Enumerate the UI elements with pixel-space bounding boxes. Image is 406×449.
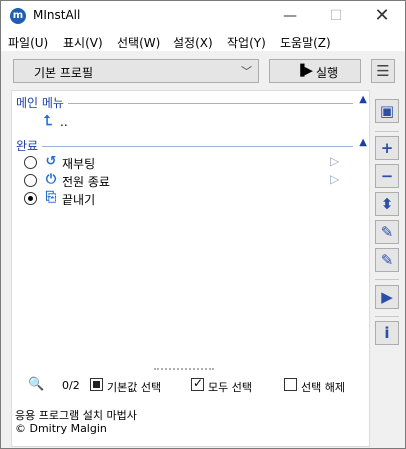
collapse-icon[interactable]: ▲ [359, 137, 367, 148]
side-toolbar: ▣ + − ⬍ ✎ ✎ ▶ i [372, 90, 402, 447]
maximize-button[interactable]: ☐ [313, 1, 359, 31]
play-button[interactable]: ▶ [375, 285, 399, 309]
item-radio[interactable] [24, 156, 37, 169]
up-directory-icon[interactable]: ⮤ [44, 113, 60, 129]
menu-help[interactable]: 도움말(Z) [280, 34, 331, 51]
menu-tasks[interactable]: 작업(Y) [227, 34, 266, 51]
side-separator [375, 279, 399, 280]
edit-properties-button[interactable]: ✎ [375, 248, 399, 272]
deselect-checkbox[interactable] [284, 378, 297, 391]
menu-select[interactable]: 선택(W) [117, 34, 160, 51]
search-icon[interactable]: 🔍 [28, 377, 44, 392]
item-radio[interactable] [24, 192, 37, 205]
chevron-down-icon: ﹀ [241, 65, 252, 78]
menu-icon[interactable]: ☰ [371, 59, 395, 83]
close-button[interactable]: ✕ [359, 1, 405, 31]
title-bar: m MInstAll — ☐ ✕ [1, 1, 405, 31]
app-description: 응용 프로그램 설치 마법사 [15, 409, 137, 422]
app-window: m MInstAll — ☐ ✕ 파일(U) 표시(V) 선택(W) 설정(X)… [0, 0, 406, 449]
remove-button[interactable]: − [375, 164, 399, 188]
run-button-label: 실행 [316, 66, 339, 80]
expand-arrow-icon[interactable]: ▷ [330, 172, 339, 186]
up-directory-label[interactable]: .. [60, 115, 68, 129]
menu-settings[interactable]: 설정(X) [173, 34, 213, 51]
list-item-shutdown[interactable]: ⏻ 전원 종료 ▷ [24, 172, 364, 189]
item-label: 끝내기 [62, 193, 96, 207]
group-label: 완료 [16, 137, 43, 154]
list-item-exit[interactable]: ⎘ 끝내기 [24, 190, 364, 207]
side-separator [375, 131, 399, 132]
menu-view[interactable]: 표시(V) [63, 34, 103, 51]
item-label: 전원 종료 [62, 175, 110, 189]
exit-icon: ⎘ [45, 190, 57, 205]
info-button[interactable]: i [375, 321, 399, 345]
window-title: MInstAll [33, 8, 81, 22]
selection-count: 0/2 [62, 379, 80, 392]
move-button[interactable]: ⬍ [375, 192, 399, 216]
program-list-panel: 메인 메뉴 ▲ ⮤ .. 완료 ▲ ↺ 재부팅 ▷ ⏻ 전원 종료 ▷ ⎘ 끝내… [11, 90, 370, 447]
toolbar: 기본 프로필 ﹀ ▐▶ 실행 ☰ [1, 51, 405, 89]
edit-button[interactable]: ✎ [375, 220, 399, 244]
deselect-label[interactable]: 선택 해제 [301, 379, 345, 395]
select-all-label[interactable]: 모두 선택 [208, 379, 252, 395]
selection-status-bar: 🔍 0/2 기본값 선택 ✓ 모두 선택 선택 해제 [12, 375, 369, 395]
item-radio[interactable] [24, 174, 37, 187]
indeterminate-mark [93, 381, 100, 388]
run-icon: ▐▶ [296, 64, 313, 77]
side-separator [375, 316, 399, 317]
reboot-icon: ↺ [45, 154, 57, 169]
default-select-label[interactable]: 기본값 선택 [107, 379, 161, 395]
select-all-checkbox[interactable]: ✓ [191, 376, 204, 391]
add-button[interactable]: + [375, 136, 399, 160]
group-divider [16, 146, 353, 147]
minimize-button[interactable]: — [267, 1, 313, 31]
app-logo-icon: m [10, 8, 26, 24]
item-label: 재부팅 [62, 157, 96, 171]
power-icon: ⏻ [45, 172, 57, 187]
list-item-reboot[interactable]: ↺ 재부팅 ▷ [24, 154, 364, 171]
expand-arrow-icon[interactable]: ▷ [330, 154, 339, 168]
group-label: 메인 메뉴 [16, 94, 68, 111]
run-button[interactable]: ▐▶ 실행 [269, 59, 361, 83]
copyright-text: © Dmitry Malgin [15, 422, 107, 435]
resize-handle[interactable] [154, 368, 214, 370]
menu-file[interactable]: 파일(U) [8, 34, 48, 51]
menu-bar: 파일(U) 표시(V) 선택(W) 설정(X) 작업(Y) 도움말(Z) [1, 31, 405, 51]
save-button[interactable]: ▣ [375, 99, 399, 123]
check-icon: ✓ [193, 376, 204, 390]
group-header-done[interactable]: 완료 ▲ [16, 137, 367, 154]
profile-select-value: 기본 프로필 [34, 66, 94, 80]
default-select-checkbox[interactable] [90, 378, 103, 391]
collapse-icon[interactable]: ▲ [359, 94, 367, 105]
profile-select[interactable]: 기본 프로필 ﹀ [13, 59, 259, 83]
group-header-main-menu[interactable]: 메인 메뉴 ▲ [16, 94, 367, 111]
